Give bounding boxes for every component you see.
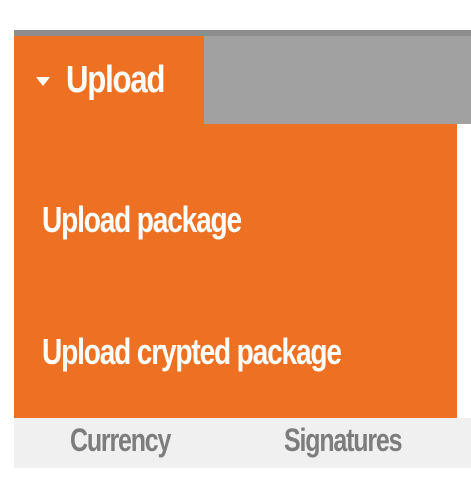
menu-item-upload-crypted-package[interactable]: Upload crypted package [14,302,457,402]
upload-menu-toggle[interactable]: Upload [14,36,204,124]
top-margin [0,0,471,30]
menu-item-label: Upload crypted package [42,331,342,372]
bottom-margin [0,468,471,493]
menu-item-upload-package[interactable]: Upload package [14,170,457,270]
upload-menu-label: Upload [66,58,165,101]
background-tab-strip: Currency Signatures [14,418,471,468]
left-margin [0,30,14,468]
menu-item-label: Upload package [42,199,242,240]
tab-currency[interactable]: Currency [70,418,171,462]
caret-down-icon [36,76,50,86]
upload-dropdown-menu: Upload package Upload crypted package [14,124,457,418]
upload-menu-screenshot: Upload Currency Signatures Upload packag… [0,0,471,493]
tab-signatures[interactable]: Signatures [284,418,402,462]
